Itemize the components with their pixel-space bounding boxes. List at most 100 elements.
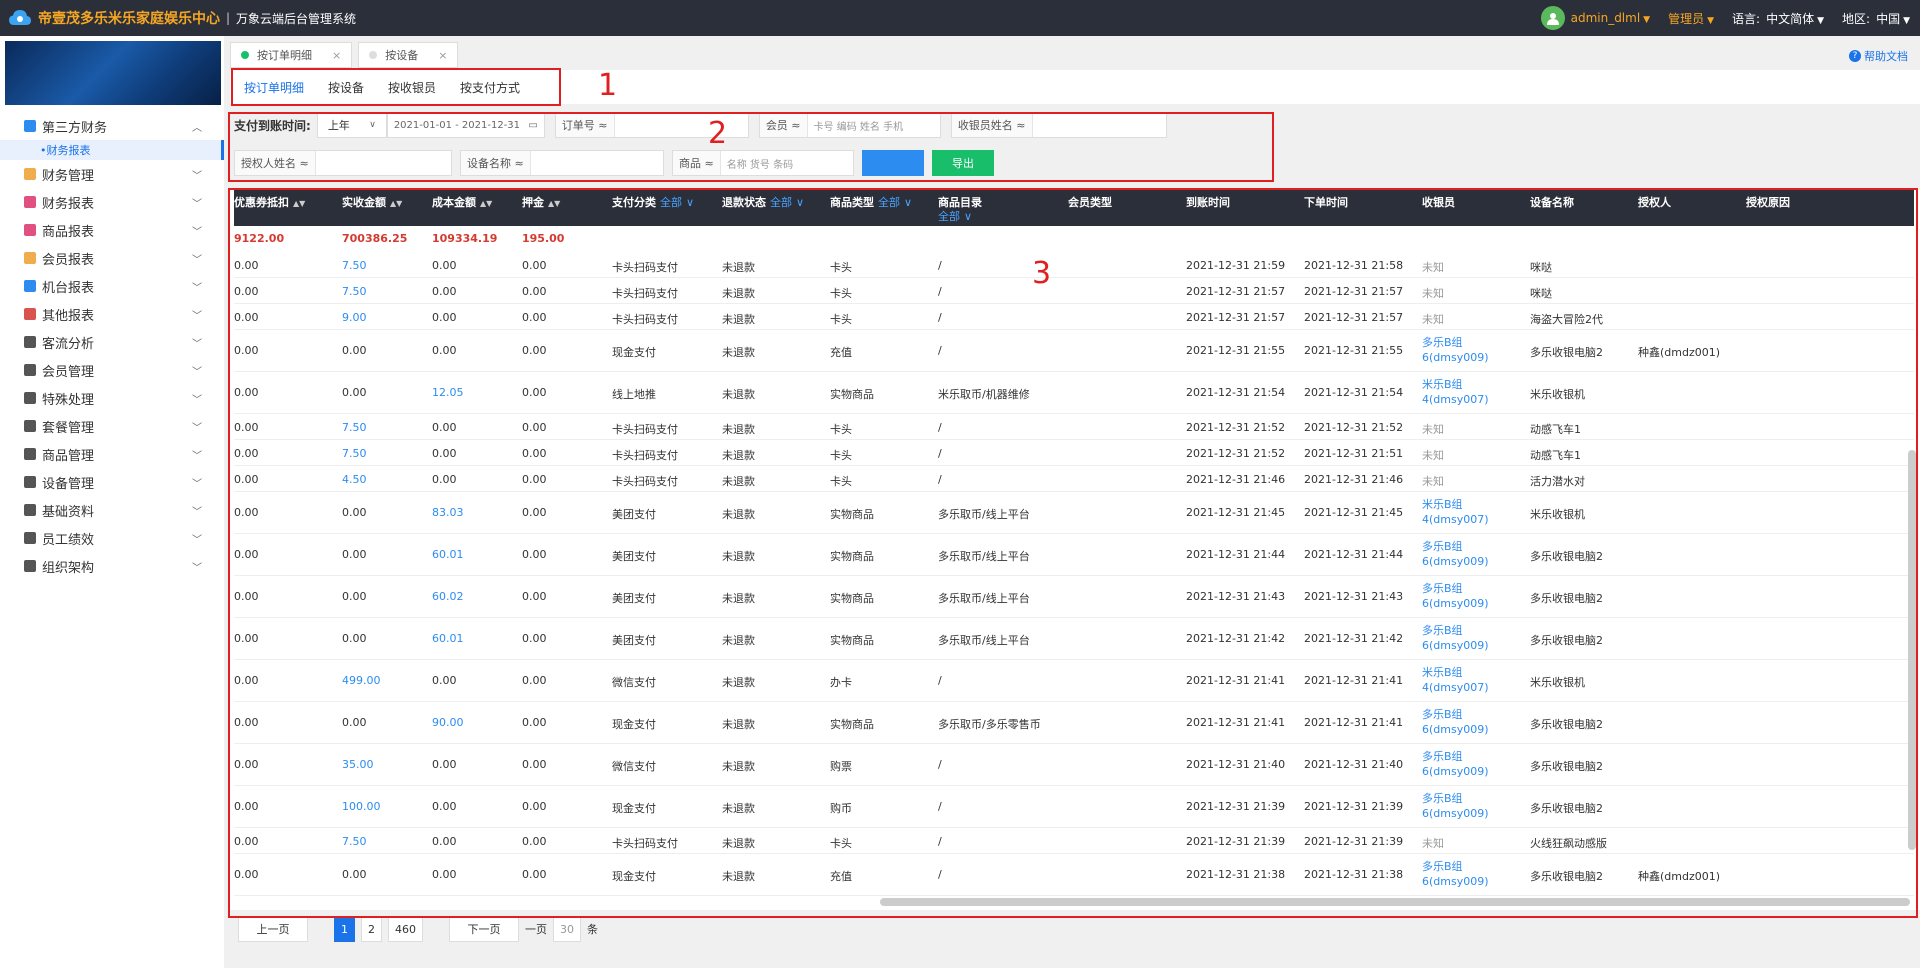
sidebar-subitem-label: 财务报表 [46, 144, 91, 157]
tab-1[interactable]: 按设备 × [358, 42, 459, 68]
menu-icon [24, 392, 36, 404]
menu-icon [24, 336, 36, 348]
chevron-down-icon: ▼ [1643, 15, 1651, 25]
menu-icon [24, 252, 36, 264]
sidebar-item-label: 机台报表 [42, 280, 95, 296]
sidebar-item-13[interactable]: 设备管理 ﹀ [0, 468, 224, 496]
chevron-down-icon: ﹀ [192, 450, 202, 462]
sidebar-item-label: 会员管理 [42, 364, 95, 380]
sidebar-subitem-finance-report[interactable]: • 财务报表 [0, 140, 224, 160]
annotation-box-1 [231, 68, 561, 106]
region-label: 地区: [1842, 11, 1871, 26]
menu-icon [24, 196, 36, 208]
page-1-button[interactable]: 1 [334, 916, 355, 942]
sidebar-item-16[interactable]: 组织架构 ﹀ [0, 552, 224, 580]
language-value: 中文简体 [1766, 11, 1815, 26]
chevron-down-icon: ﹀ [192, 422, 202, 434]
tab-label: 按订单明细 [257, 49, 312, 62]
sidebar-item-label: 会员报表 [42, 252, 95, 268]
chevron-down-icon: ﹀ [192, 170, 202, 182]
per-page-input[interactable]: 30 [553, 916, 581, 942]
role-name: 管理员 [1668, 11, 1705, 26]
region-select[interactable]: 中国 ▼ [1876, 10, 1910, 27]
chevron-down-icon: ▼ [1903, 15, 1910, 26]
close-icon[interactable]: × [332, 49, 341, 62]
page-2-button[interactable]: 2 [361, 916, 382, 942]
status-dot-icon [241, 51, 249, 59]
user-avatar[interactable] [1540, 6, 1565, 30]
sidebar-item-label: 客流分析 [42, 336, 95, 352]
menu-icon [24, 504, 36, 516]
sidebar-item-12[interactable]: 商品管理 ﹀ [0, 440, 224, 468]
menu-icon [24, 168, 36, 180]
menu-icon [24, 448, 36, 460]
sidebar-item-5[interactable]: 会员报表 ﹀ [0, 244, 224, 272]
sidebar-item-0[interactable]: 第三方财务 ︿ [0, 112, 224, 140]
chevron-down-icon: ﹀ [192, 394, 202, 406]
language-label: 语言: [1732, 11, 1761, 26]
sidebar-item-label: 财务报表 [42, 196, 95, 212]
sidebar-item-label: 套餐管理 [42, 420, 95, 436]
sidebar-item-4[interactable]: 商品报表 ﹀ [0, 216, 224, 244]
chevron-down-icon: ▼ [1817, 15, 1825, 26]
sidebar-item-6[interactable]: 机台报表 ﹀ [0, 272, 224, 300]
user-menu[interactable]: admin_dlml ▼ [1571, 11, 1651, 25]
menu-icon [24, 224, 36, 236]
chevron-down-icon: ﹀ [192, 198, 202, 210]
system-name: 万象云端后台管理系统 [236, 11, 357, 26]
sidebar-item-label: 特殊处理 [42, 392, 95, 408]
tab-0[interactable]: 按订单明细 × [230, 42, 353, 68]
sidebar-item-11[interactable]: 套餐管理 ﹀ [0, 412, 224, 440]
sidebar-item-9[interactable]: 会员管理 ﹀ [0, 356, 224, 384]
sidebar-item-2[interactable]: 财务管理 ﹀ [0, 160, 224, 188]
chevron-down-icon: ﹀ [192, 338, 202, 350]
chevron-down-icon: ﹀ [192, 254, 202, 266]
sidebar-item-8[interactable]: 客流分析 ﹀ [0, 328, 224, 356]
sidebar-item-3[interactable]: 财务报表 ﹀ [0, 188, 224, 216]
chevron-down-icon: ﹀ [192, 562, 202, 574]
sidebar-item-7[interactable]: 其他报表 ﹀ [0, 300, 224, 328]
chevron-down-icon: ﹀ [192, 534, 202, 546]
header-separator: | [226, 11, 231, 25]
sidebar-menu: 第三方财务 ︿ • 财务报表 财务管理 ﹀ 财务报表 ﹀ 商品报表 ﹀ 会员报表 ﹀ 机台报表 ﹀ 其他报… [0, 112, 224, 580]
sidebar-item-label: 商品管理 [42, 448, 95, 464]
region-value: 中国 [1876, 11, 1901, 26]
page-460-button[interactable]: 460 [388, 916, 423, 942]
menu-icon [24, 476, 36, 488]
per-page-label: 一页 [525, 923, 547, 936]
menu-icon [24, 280, 36, 292]
sidebar-item-label: 组织架构 [42, 560, 95, 576]
sidebar-item-label: 财务管理 [42, 168, 95, 184]
menu-icon [24, 420, 36, 432]
help-doc-link[interactable]: ? 帮助文档 [1849, 48, 1908, 64]
sidebar-item-label: 其他报表 [42, 308, 95, 324]
menu-icon [24, 308, 36, 320]
per-page-unit: 条 [587, 923, 598, 936]
menu-icon [24, 364, 36, 376]
language-select[interactable]: 中文简体 ▼ [1766, 10, 1824, 27]
help-label: 帮助文档 [1864, 50, 1908, 63]
chevron-down-icon: ﹀ [192, 310, 202, 322]
cloud-logo-icon [9, 10, 31, 25]
prev-page-button[interactable]: 上一页 [238, 916, 308, 942]
user-name: admin_dlml [1570, 11, 1641, 25]
annotation-number-1: 1 [598, 68, 618, 103]
chevron-down-icon: ▼ [1707, 15, 1715, 26]
annotation-number-3: 3 [1032, 256, 1052, 291]
annotation-box-3 [228, 188, 1918, 918]
sidebar-item-15[interactable]: 员工绩效 ﹀ [0, 524, 224, 552]
top-header: 帝壹茂多乐米乐家庭娱乐中心 | 万象云端后台管理系统 admin_dlml ▼ 管… [0, 0, 1920, 36]
user-icon [1546, 13, 1559, 25]
next-page-button[interactable]: 下一页 [449, 916, 519, 942]
sidebar-item-10[interactable]: 特殊处理 ﹀ [0, 384, 224, 412]
sidebar-item-label: 商品报表 [42, 224, 95, 240]
status-dot-icon [369, 51, 378, 59]
chevron-down-icon: ﹀ [192, 506, 202, 518]
role-menu[interactable]: 管理员 ▼ [1668, 10, 1714, 27]
sidebar-item-14[interactable]: 基础资料 ﹀ [0, 496, 224, 524]
tab-label: 按设备 [385, 49, 419, 62]
annotation-box-2 [228, 112, 1274, 182]
chevron-down-icon: ﹀ [192, 282, 202, 294]
main-content: 按订单明细 × 按设备 × ? 帮助文档 按订单明细 按设备 按收银员 按支付方式 支付到账时… [228, 36, 1920, 968]
close-icon[interactable]: × [438, 49, 447, 62]
